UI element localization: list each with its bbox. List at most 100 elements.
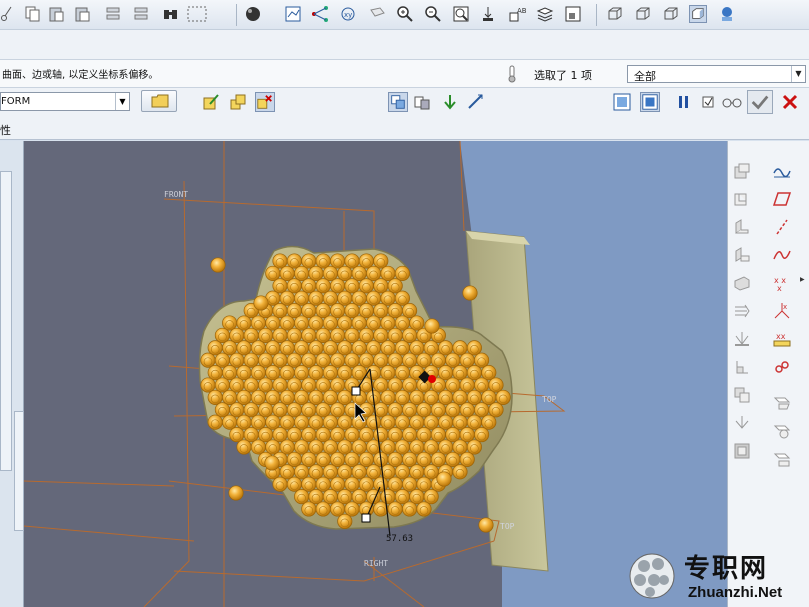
hole-icon[interactable]: [732, 161, 752, 181]
dimple: [250, 439, 266, 455]
dimple: [308, 340, 324, 356]
dimple: [214, 377, 230, 393]
drag-handle-upper[interactable]: [351, 386, 361, 396]
datum-curve-icon[interactable]: [772, 245, 792, 265]
regen-manager-icon[interactable]: [132, 5, 150, 23]
reference-icon[interactable]: [228, 92, 248, 112]
extend-icon[interactable]: [732, 441, 752, 461]
saved-views-icon[interactable]: [284, 5, 302, 23]
navigator-tab[interactable]: [0, 171, 12, 471]
shade-sphere-icon[interactable]: [244, 5, 262, 23]
model-viewport[interactable]: FRONT TOP TOP RIGHT 57.63: [24, 141, 727, 607]
dimple: [294, 290, 310, 306]
round-icon[interactable]: [732, 273, 752, 293]
model-tree-icon[interactable]: [718, 5, 736, 23]
confirm-icon[interactable]: [747, 90, 773, 114]
zoom-in-icon[interactable]: [396, 5, 414, 23]
datum-point-icon[interactable]: x xx: [772, 273, 792, 293]
orient-icon[interactable]: [480, 5, 498, 23]
dimple: [409, 464, 425, 480]
pause-icon[interactable]: [674, 92, 694, 112]
preview-icon[interactable]: [612, 92, 632, 112]
offset-surface-icon[interactable]: [772, 421, 792, 441]
cut-icon[interactable]: [0, 5, 18, 23]
datum-csys-icon[interactable]: x: [772, 301, 792, 321]
spin-center-icon[interactable]: [368, 5, 386, 23]
flip-direction-icon[interactable]: [440, 92, 460, 112]
chevron-down-icon[interactable]: ▼: [115, 93, 129, 110]
datum-axis-icon[interactable]: [772, 217, 792, 237]
layers-icon[interactable]: [536, 5, 554, 23]
placement-options-icon[interactable]: [412, 92, 432, 112]
verify-icon[interactable]: [640, 92, 660, 112]
dimple: [294, 265, 310, 281]
dimple: [258, 352, 274, 368]
select-box-icon[interactable]: [186, 5, 210, 23]
wireframe-icon[interactable]: [606, 5, 624, 23]
dimple: [351, 439, 367, 455]
chain-icon[interactable]: [772, 357, 792, 377]
drag-handle-lower[interactable]: [361, 513, 371, 523]
cancel-icon[interactable]: [780, 92, 800, 112]
thicken-icon[interactable]: [772, 449, 792, 469]
dimple: [286, 253, 302, 269]
copy-surface-icon[interactable]: [772, 393, 792, 413]
shell-icon[interactable]: [732, 189, 752, 209]
merge-icon[interactable]: [732, 385, 752, 405]
annotation-display-icon[interactable]: AB: [508, 5, 530, 23]
preview-checkbox-icon[interactable]: [699, 92, 719, 112]
axis-icon[interactable]: [466, 92, 486, 112]
view-manager-icon[interactable]: [564, 5, 582, 23]
sketch-tool-icon[interactable]: [772, 161, 792, 181]
find-icon[interactable]: [162, 5, 180, 23]
navigator-sash[interactable]: [14, 411, 24, 531]
dimple: [351, 340, 367, 356]
regenerate-icon[interactable]: [104, 5, 122, 23]
dimple: [322, 340, 338, 356]
dimple: [308, 290, 324, 306]
dimple: [380, 265, 396, 281]
dimple: [394, 414, 410, 430]
shading-icon[interactable]: [689, 5, 707, 23]
chevron-down-icon[interactable]: ▼: [791, 66, 805, 82]
zoom-out-icon[interactable]: [424, 5, 442, 23]
dimple: [466, 389, 482, 405]
edit-sketch-icon[interactable]: [201, 92, 221, 112]
trim-icon[interactable]: [732, 413, 752, 433]
dimple: [409, 439, 425, 455]
open-folder-button[interactable]: [141, 90, 177, 112]
rib-icon[interactable]: [732, 217, 752, 237]
form-reference-dropdown[interactable]: FORM ▼: [0, 92, 130, 111]
selection-filter-dropdown[interactable]: 全部 ▼: [627, 65, 806, 83]
datum-display-icon[interactable]: [311, 5, 329, 23]
csys-icon[interactable]: xy: [340, 5, 358, 23]
no-hidden-icon[interactable]: [662, 5, 680, 23]
datum-plane-icon[interactable]: [772, 189, 792, 209]
analysis-icon[interactable]: xx: [772, 329, 792, 349]
exclude-icon[interactable]: [255, 92, 275, 112]
draft-icon[interactable]: [732, 245, 752, 265]
chamfer-icon[interactable]: [732, 301, 752, 321]
copy-icon[interactable]: [24, 5, 42, 23]
refit-icon[interactable]: [452, 5, 470, 23]
mirror-icon[interactable]: [732, 357, 752, 377]
offset-dimension[interactable]: 57.63: [386, 534, 413, 544]
svg-text:x: x: [783, 303, 787, 311]
dimple: [315, 501, 331, 517]
hidden-line-icon[interactable]: [634, 5, 652, 23]
place-icon[interactable]: [388, 92, 408, 112]
tab-properties[interactable]: 性: [0, 122, 11, 138]
dimple: [272, 377, 288, 393]
paste-special-icon[interactable]: [74, 5, 92, 23]
graphics-window[interactable]: FRONT TOP TOP RIGHT 57.63: [24, 141, 727, 607]
dimple: [351, 265, 367, 281]
glasses-icon[interactable]: [720, 92, 744, 112]
pattern-icon[interactable]: [732, 329, 752, 349]
paste-icon[interactable]: [48, 5, 66, 23]
dimple: [222, 315, 238, 331]
flyout-arrow-icon[interactable]: ▶: [800, 276, 805, 283]
dimple: [358, 253, 374, 269]
selection-point-icon[interactable]: [428, 375, 436, 383]
dimple: [272, 352, 288, 368]
dimple: [466, 414, 482, 430]
